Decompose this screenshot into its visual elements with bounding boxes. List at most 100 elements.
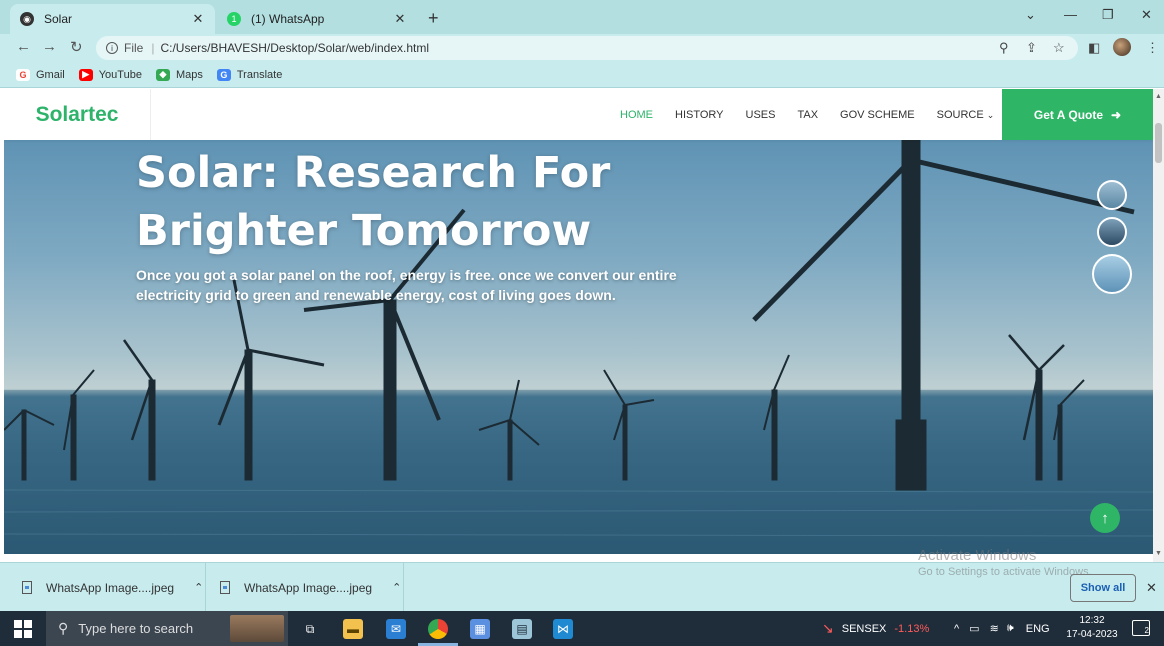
watermark-title: Activate Windows [918,547,1037,564]
chevron-up-icon[interactable]: ^ [954,623,959,635]
bookmark-label: YouTube [98,68,142,81]
site-nav: HOME HISTORY USES TAX GOV SCHEME SOURCE … [620,89,994,140]
close-tab-icon[interactable]: ✕ [393,11,407,27]
chevron-up-icon[interactable]: ⌃ [194,581,203,594]
browser-toolbar: ← → ↻ i File | C:/Users/BHAVESH/Desktop/… [0,34,1164,62]
scroll-down-icon[interactable]: ▼ [1155,550,1162,557]
download-item[interactable]: WhatsApp Image....jpeg ⌃ [220,563,404,612]
store-icon[interactable]: ▦ [470,619,490,639]
chrome-page-icon: ◉ [20,12,34,26]
new-tab-icon[interactable]: + [428,9,439,27]
notification-center-icon[interactable]: 2 [1132,620,1150,636]
nav-source[interactable]: SOURCE ⌄ [937,109,995,121]
bookmarks-bar: G Gmail ▶ YouTube ◆ Maps G Translate [0,62,1164,88]
vscode-icon[interactable]: ⋈ [553,619,573,639]
address-bar[interactable]: i File | C:/Users/BHAVESH/Desktop/Solar/… [96,36,1078,60]
nav-uses[interactable]: USES [746,109,776,121]
bookmark-label: Translate [236,68,283,81]
bookmark-gmail[interactable]: G Gmail [16,68,65,81]
system-tray: ^ ▭ ≋ 🕪 ENG [954,611,1050,646]
back-to-top-button[interactable]: ↑ [1090,503,1120,533]
scheme-label: File [124,41,144,55]
nav-history[interactable]: HISTORY [675,109,724,121]
page-scrollbar[interactable]: ▲ ▼ [1153,89,1164,562]
minimize-icon[interactable]: — [1064,7,1077,22]
search-placeholder: Type here to search [78,621,194,636]
nav-home[interactable]: HOME [620,109,653,121]
image-file-icon [220,581,230,594]
taskbar-clock[interactable]: 12:32 17-04-2023 [1060,614,1124,642]
site-logo[interactable]: Solartec [4,89,151,140]
watermark-subtitle: Go to Settings to activate Windows. [918,566,1092,578]
chevron-up-icon[interactable]: ⌃ [392,581,401,594]
stock-widget[interactable]: ↘ SENSEX -1.13% [822,611,929,646]
notes-app-icon[interactable]: ▤ [512,619,532,639]
info-icon[interactable]: i [106,42,118,54]
arrow-right-icon: ➜ [1111,107,1122,122]
windows-taskbar: ⚲ Type here to search ⧉ ▬ ✉ ▦ ▤ ⋈ ↘ SENS… [0,611,1164,646]
download-filename: WhatsApp Image....jpeg [244,580,373,595]
bookmark-maps[interactable]: ◆ Maps [155,68,203,81]
restore-icon[interactable]: ❐ [1102,7,1114,23]
close-window-icon[interactable]: ✕ [1141,7,1152,23]
profile-avatar[interactable] [1113,38,1131,56]
file-explorer-icon[interactable]: ▬ [343,619,363,639]
tab-solar[interactable]: ◉ Solar ✕ [10,4,215,34]
forward-icon[interactable]: → [42,38,57,55]
reload-icon[interactable]: ↻ [70,38,83,56]
nav-tax[interactable]: TAX [797,109,818,121]
menu-icon[interactable]: ⋮ [1146,40,1159,56]
translate-icon: G [216,68,231,81]
star-icon[interactable]: ☆ [1053,40,1065,56]
zoom-icon[interactable]: ⚲ [999,40,1009,56]
hero-section: Solar: Research For Brighter Tomorrow On… [4,140,1153,554]
tab-title: (1) WhatsApp [251,12,325,26]
carousel-thumb-1[interactable] [1097,180,1127,210]
tab-search-icon[interactable]: ⌄ [1025,7,1036,23]
volume-icon[interactable]: 🕪 [1007,622,1014,635]
task-view-icon[interactable]: ⧉ [300,619,320,639]
stock-chart-icon: ↘ [822,620,834,636]
taskbar-search-box[interactable]: ⚲ Type here to search [46,611,288,646]
notification-count: 2 [1144,626,1149,635]
carousel-thumb-3[interactable] [1092,254,1132,294]
stock-name: SENSEX [841,622,887,635]
tab-whatsapp[interactable]: 1 (1) WhatsApp ✕ [217,4,417,34]
share-icon[interactable]: ⇪ [1026,40,1037,56]
get-quote-button[interactable]: Get A Quote ➜ [1002,89,1153,140]
bookmark-youtube[interactable]: ▶ YouTube [78,68,142,81]
close-download-bar-icon[interactable]: ✕ [1146,580,1157,596]
close-tab-icon[interactable]: ✕ [191,11,205,27]
nav-source-label: SOURCE [936,108,984,121]
bookmark-label: Maps [175,68,203,81]
screen: ◉ Solar ✕ 1 (1) WhatsApp ✕ + ⌄ — ❐ ✕ ← →… [0,0,1164,646]
battery-icon[interactable]: ▭ [969,622,979,635]
mail-icon[interactable]: ✉ [386,619,406,639]
search-highlight-image [230,615,284,642]
back-icon[interactable]: ← [16,38,31,55]
get-quote-label: Get A Quote [1033,107,1104,122]
clock-time: 12:32 [1079,615,1105,626]
download-item[interactable]: WhatsApp Image....jpeg ⌃ [22,563,206,612]
clock-date: 17-04-2023 [1066,629,1118,640]
scroll-up-icon[interactable]: ▲ [1155,93,1162,100]
browser-tab-bar: ◉ Solar ✕ 1 (1) WhatsApp ✕ + ⌄ — ❐ ✕ [0,0,1164,34]
scroll-thumb[interactable] [1155,123,1162,163]
divider: | [151,41,155,55]
show-all-button[interactable]: Show all [1070,574,1136,602]
language-indicator[interactable]: ENG [1026,623,1050,635]
bookmark-translate[interactable]: G Translate [216,68,283,81]
carousel-thumb-2[interactable] [1097,217,1127,247]
tab-title: Solar [44,12,73,26]
url-text: C:/Users/BHAVESH/Desktop/Solar/web/index… [160,41,430,55]
youtube-icon: ▶ [78,68,93,81]
wifi-icon[interactable]: ≋ [990,622,999,635]
image-file-icon [22,581,32,594]
nav-gov-scheme[interactable]: GOV SCHEME [840,109,915,121]
download-filename: WhatsApp Image....jpeg [46,580,175,595]
chrome-icon[interactable] [428,619,448,639]
search-icon: ⚲ [58,620,69,636]
windows-start-icon[interactable] [14,620,32,638]
side-panel-icon[interactable]: ◧ [1088,40,1100,56]
chevron-down-icon: ⌄ [986,109,995,120]
